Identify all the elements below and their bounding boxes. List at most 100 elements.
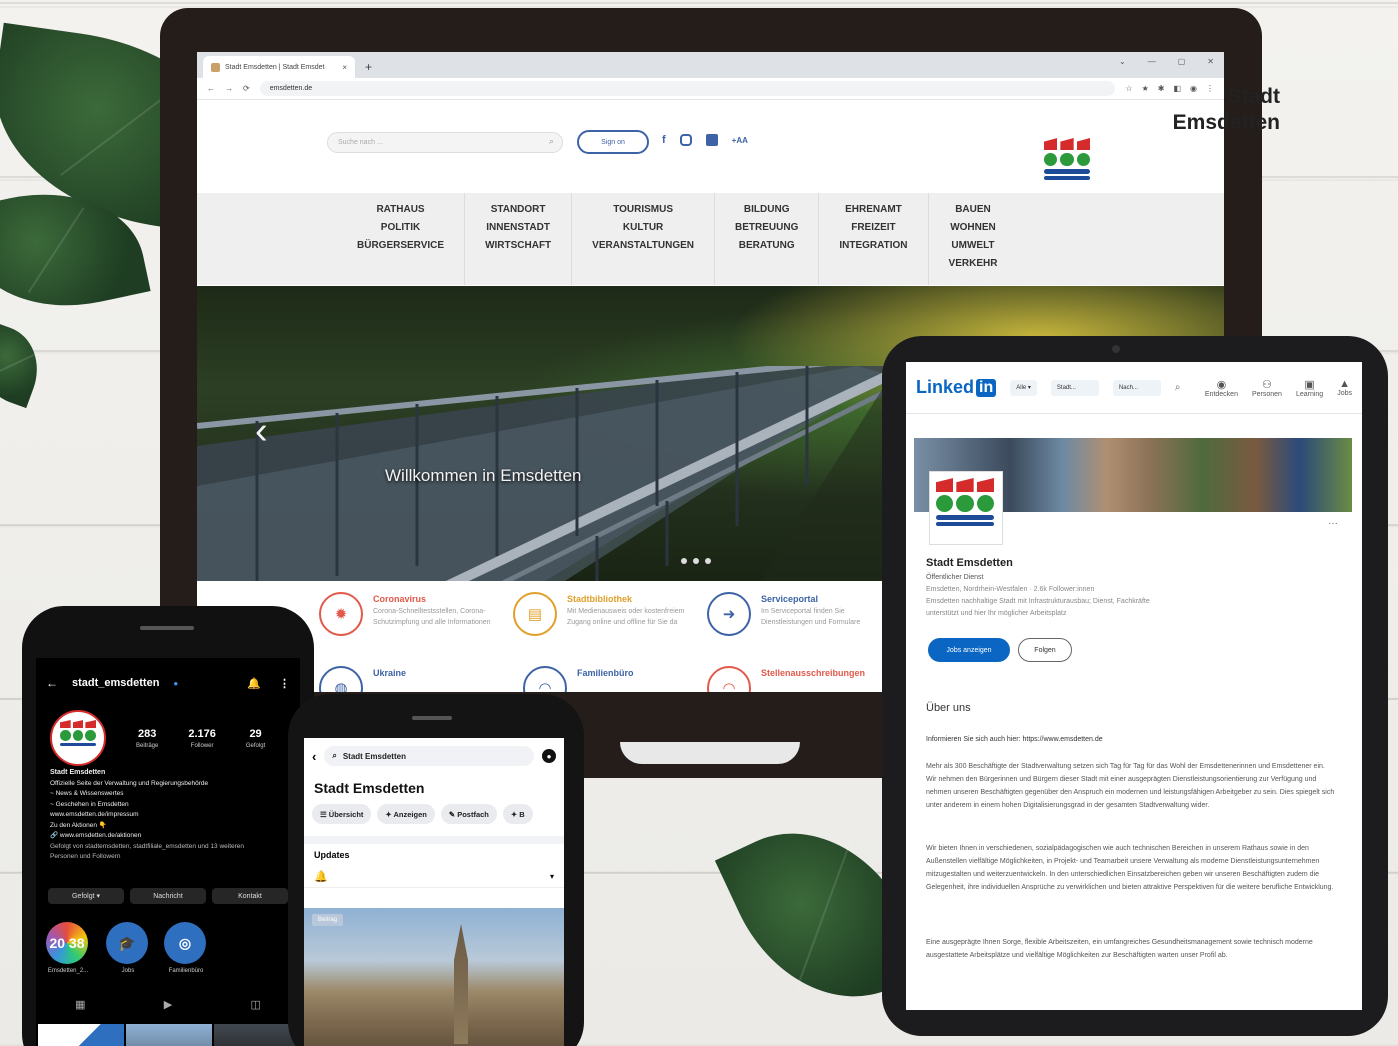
linkedin-icon[interactable]	[705, 134, 718, 146]
search-icon[interactable]: ⌕	[549, 136, 554, 147]
nav-link[interactable]: POLITIK	[357, 219, 444, 237]
nav-link[interactable]: VERKEHR	[949, 255, 998, 273]
forward-icon[interactable]: →	[225, 84, 233, 93]
message-button[interactable]: Nachricht	[130, 888, 206, 904]
site-brand[interactable]: Stadt Emsdetten	[1173, 84, 1280, 136]
nav-link[interactable]: RATHAUS	[357, 201, 444, 219]
followed-by[interactable]: Gefolgt von stadtemsdetten, stadtfiliale…	[50, 842, 270, 863]
grid-icon[interactable]: ▦	[75, 998, 85, 1011]
linkedin-location-input[interactable]: Nach...	[1112, 379, 1161, 396]
tagged-icon[interactable]: ◫	[250, 998, 260, 1011]
post-thumbnail[interactable]	[126, 1024, 212, 1046]
stat-followers[interactable]: 2.176 Follower	[188, 728, 216, 749]
extension-icon[interactable]: ★	[1142, 84, 1149, 93]
minimize-button[interactable]: —	[1148, 57, 1156, 66]
nav-people[interactable]: ⚇ Personen	[1252, 378, 1282, 398]
bio-link[interactable]: www.emsdetten.de/impressum	[50, 810, 270, 821]
nav-item-tourismus[interactable]: TOURISMUS KULTUR VERANSTALTUNGEN	[572, 193, 716, 285]
tile-stadtbibliothek[interactable]: ▤ Stadtbibliothek Mit Medienausweis oder…	[513, 592, 692, 636]
notifications-row[interactable]: 🔔 ▾	[304, 866, 564, 888]
reload-icon[interactable]: ⟳	[243, 84, 250, 93]
close-tab-icon[interactable]: ×	[342, 63, 347, 72]
post-thumbnail[interactable]	[38, 1024, 124, 1046]
linkedin-filter[interactable]: Alle ▾	[1010, 379, 1037, 396]
tile-stellenausschreibungen[interactable]: ◠ Stellenausschreibungen	[707, 666, 865, 692]
linkedin-logo-icon[interactable]: Linked in	[916, 377, 997, 398]
nav-item-bildung[interactable]: BILDUNG BETREUUNG BERATUNG	[715, 193, 820, 285]
menu-icon[interactable]: ⋮	[279, 677, 290, 690]
post-photo[interactable]: Beitrag	[304, 908, 564, 1046]
nav-item-bauen[interactable]: BAUEN WOHNEN UMWELT VERKEHR	[929, 193, 1018, 285]
tab-search-icon[interactable]: ⌄	[1119, 57, 1126, 66]
nav-link[interactable]: TOURISMUS	[592, 201, 694, 219]
bio-link[interactable]: 🔗 www.emsdetten.de/aktionen	[50, 831, 270, 842]
nav-jobs[interactable]: ▲ Jobs	[1337, 378, 1352, 398]
nav-link[interactable]: FREIZEIT	[839, 219, 907, 237]
nav-link[interactable]: WIRTSCHAFT	[485, 237, 551, 255]
font-size-toggle[interactable]: +AA	[732, 136, 748, 145]
messenger-icon[interactable]: ●	[542, 749, 556, 763]
tile-familienbuero[interactable]: ◠ Familienbüro	[523, 666, 634, 692]
nav-link[interactable]: BÜRGERSERVICE	[357, 237, 444, 255]
about-url[interactable]: Informieren Sie sich auch hier: https://…	[926, 736, 1103, 743]
slider-dot[interactable]	[681, 558, 687, 564]
nav-item-ehrenamt[interactable]: EHRENAMT FREIZEIT INTEGRATION	[819, 193, 929, 285]
show-jobs-button[interactable]: Jobs anzeigen	[928, 638, 1010, 662]
nav-link[interactable]: BERATUNG	[735, 237, 798, 255]
highlight-2038[interactable]: 20 38 Emsdetten_2...	[46, 922, 90, 974]
facebook-search-input[interactable]: ⌕ Stadt Emsdetten	[324, 746, 534, 766]
maximize-button[interactable]: ▢	[1178, 57, 1186, 66]
nav-link[interactable]: INNENSTADT	[485, 219, 551, 237]
nav-link[interactable]: INTEGRATION	[839, 237, 907, 255]
tab-overview[interactable]: ☰ Übersicht	[312, 804, 372, 824]
instagram-icon[interactable]	[679, 134, 692, 146]
back-icon[interactable]: ‹	[312, 749, 316, 764]
nav-discover[interactable]: ◉ Entdecken	[1205, 378, 1238, 398]
tab-more[interactable]: ✦ B	[502, 804, 533, 824]
linkedin-search-input[interactable]: Stadt...	[1050, 379, 1099, 396]
signin-button[interactable]: Sign on	[577, 130, 649, 154]
tab-ads[interactable]: ✦ Anzeigen	[377, 804, 435, 824]
contact-button[interactable]: Kontakt	[212, 888, 288, 904]
more-options-icon[interactable]: ···	[1328, 518, 1338, 529]
avatar[interactable]	[50, 710, 106, 766]
nav-item-standort[interactable]: STANDORT INNENSTADT WIRTSCHAFT	[465, 193, 573, 285]
tab-inbox[interactable]: ✎ Postfach	[440, 804, 497, 824]
nav-link[interactable]: STANDORT	[485, 201, 551, 219]
tile-serviceportal[interactable]: ➜ Serviceportal Im Serviceportal finden …	[707, 592, 886, 636]
reels-icon[interactable]: ▶	[164, 998, 172, 1011]
slider-dot[interactable]	[693, 558, 699, 564]
nav-link[interactable]: EHRENAMT	[839, 201, 907, 219]
stat-following[interactable]: 29 Gefolgt	[246, 728, 265, 749]
following-button[interactable]: Gefolgt ▾	[48, 888, 124, 904]
nav-link[interactable]: KULTUR	[592, 219, 694, 237]
nav-link[interactable]: UMWELT	[949, 237, 998, 255]
nav-link[interactable]: VERANSTALTUNGEN	[592, 237, 694, 255]
chevron-down-icon[interactable]: ▾	[550, 872, 554, 881]
nav-link[interactable]: BAUEN	[949, 201, 998, 219]
extension-icon[interactable]: ✱	[1158, 84, 1165, 93]
nav-link[interactable]: BETREUUNG	[735, 219, 798, 237]
back-icon[interactable]: ←	[46, 676, 58, 690]
back-icon[interactable]: ←	[207, 84, 215, 93]
new-tab-button[interactable]: +	[355, 60, 382, 78]
bell-icon[interactable]: 🔔	[247, 677, 261, 690]
post-thumbnail[interactable]	[214, 1024, 300, 1046]
follow-button[interactable]: Folgen	[1018, 638, 1072, 662]
nav-item-rathaus[interactable]: RATHAUS POLITIK BÜRGERSERVICE	[337, 193, 466, 285]
facebook-icon[interactable]: f	[662, 134, 666, 146]
stat-posts[interactable]: 283 Beiträge	[136, 728, 158, 749]
nav-link[interactable]: BILDUNG	[735, 201, 798, 219]
bookmark-icon[interactable]: ☆	[1125, 84, 1132, 93]
city-logo-icon[interactable]	[1044, 138, 1090, 181]
address-bar[interactable]: emsdetten.de	[259, 81, 1116, 96]
tile-ukraine[interactable]: ◍ Ukraine	[319, 666, 406, 692]
slider-prev-button[interactable]: ‹	[255, 410, 268, 453]
tile-coronavirus[interactable]: ✹ Coronavirus Corona-Schnelltestsstellen…	[319, 592, 498, 636]
close-window-button[interactable]: ✕	[1207, 57, 1214, 66]
highlight-jobs[interactable]: 🎓 Jobs	[106, 922, 150, 974]
slider-dot[interactable]	[705, 558, 711, 564]
nav-link[interactable]: WOHNEN	[949, 219, 998, 237]
search-icon[interactable]: ⌕	[1175, 382, 1181, 393]
site-search-input[interactable]: Suche nach ... ⌕	[327, 132, 563, 153]
